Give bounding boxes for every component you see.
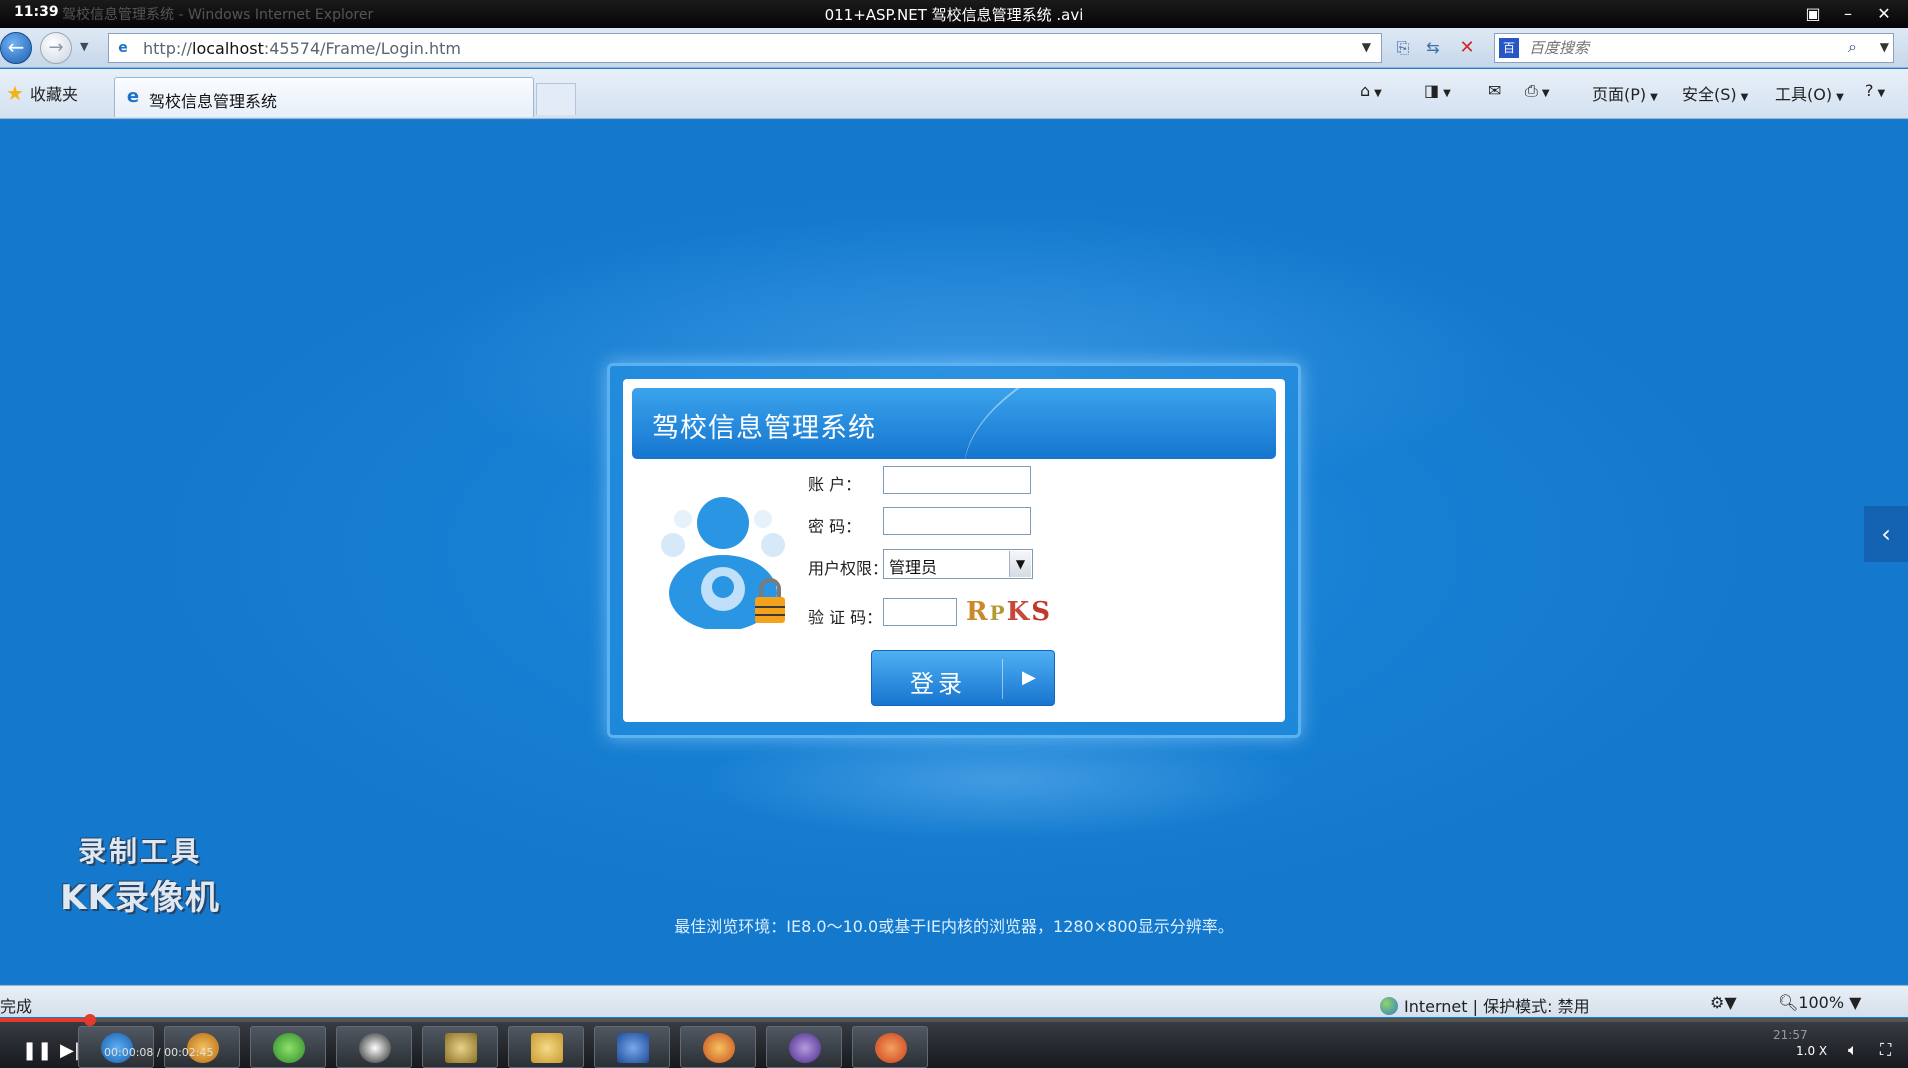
watermark-line2: KK录像机 [60, 878, 220, 918]
page-content: 驾校信息管理系统 账 户： 密 码： 用户权限： 管理员 ▼ 验 证 码： RP… [0, 120, 1908, 984]
recorder-watermark: 录制工具 KK录像机 [40, 830, 240, 919]
login-button[interactable]: 登录 ▶ [871, 650, 1055, 706]
password-label: 密 码： [808, 517, 862, 536]
background-glow-bottom [700, 720, 1300, 840]
compatibility-view-icon[interactable]: ⎘ [1390, 36, 1416, 60]
captcha-label: 验 证 码： [808, 608, 883, 627]
user-lock-icon [661, 497, 785, 629]
progress-knob[interactable] [84, 1014, 96, 1026]
search-icon[interactable]: ⌕ [1848, 37, 1857, 57]
chevron-down-icon[interactable]: ▼ [1009, 551, 1031, 577]
role-label: 用户权限： [808, 559, 889, 578]
star-icon: ★ [6, 81, 24, 105]
progress-fill [0, 1018, 92, 1022]
search-input[interactable] [1527, 37, 1827, 59]
mail-icon[interactable]: ✉ [1488, 81, 1501, 100]
page-menu[interactable]: 页面(P) ▼ [1592, 81, 1658, 105]
button-divider [1002, 659, 1003, 699]
search-options-icon[interactable]: ▼ [1880, 40, 1889, 54]
safety-menu[interactable]: 安全(S) ▼ [1682, 81, 1748, 105]
tray-clock: 21:57 [1773, 1028, 1808, 1042]
close-window-icon[interactable]: ✕ [1871, 3, 1897, 25]
taskbar-visualstudio[interactable] [766, 1026, 842, 1068]
stop-icon[interactable]: ✕ [1454, 36, 1480, 60]
header-swoosh [938, 388, 1234, 459]
pause-icon[interactable]: ❚❚ [22, 1040, 52, 1061]
back-arrow-icon: ← [7, 35, 25, 59]
captcha-char: R [966, 597, 990, 627]
login-button-label: 登录 [910, 670, 966, 698]
progress-bar[interactable] [0, 1014, 1908, 1026]
taskbar-folder[interactable] [508, 1026, 584, 1068]
url-dropdown-icon[interactable]: ▼ [1362, 40, 1371, 54]
page-icon: e [118, 40, 128, 56]
play-arrow-icon: ▶ [1022, 667, 1036, 688]
refresh-icon[interactable]: ⇆ [1420, 36, 1446, 60]
video-title: 011+ASP.NET 驾校信息管理系统 .avi [824, 6, 1084, 24]
watermark-line1: 录制工具 [77, 835, 202, 868]
forward-arrow-icon: → [48, 37, 64, 58]
restore-window-icon[interactable]: ▣ [1800, 3, 1826, 25]
login-panel: 驾校信息管理系统 账 户： 密 码： 用户权限： 管理员 ▼ 验 证 码： RP… [623, 379, 1285, 722]
back-button[interactable]: ← [0, 32, 32, 64]
search-box[interactable]: 百 ⌕ ▼ [1494, 33, 1894, 63]
protected-mode-icon[interactable]: ⚙▼ [1710, 993, 1737, 1012]
baidu-logo-icon: 百 [1499, 38, 1519, 58]
captcha-input[interactable] [883, 598, 957, 626]
status-bar: 完成 Internet | 保护模式: 禁用 ⚙▼ 🔍︎100% ▼ [0, 985, 1908, 1017]
captcha-char: K [1006, 597, 1032, 627]
browser-tab[interactable]: e 驾校信息管理系统 [114, 77, 534, 117]
volume-icon[interactable]: 🔈︎ [1848, 1040, 1858, 1060]
player-controls: ❚❚ ▶| 00:00:08 / 00:02:45 21:57 1.0 X 🔈︎… [0, 1014, 1908, 1068]
login-title: 驾校信息管理系统 [652, 413, 876, 444]
login-panel-frame: 驾校信息管理系统 账 户： 密 码： 用户权限： 管理员 ▼ 验 证 码： RP… [607, 363, 1301, 738]
tab-title: 驾校信息管理系统 [149, 92, 278, 111]
print-icon[interactable]: ⎙ ▼ [1525, 81, 1550, 101]
next-icon[interactable]: ▶| [60, 1040, 80, 1061]
role-select[interactable]: 管理员 ▼ [883, 549, 1033, 579]
minimize-window-icon[interactable]: – [1835, 3, 1861, 25]
browser-requirements-note: 最佳浏览环境：IE8.0～10.0或基于IE内核的浏览器，1280×800显示分… [674, 917, 1234, 936]
url-field[interactable]: e http://localhost:45574/Frame/Login.htm… [108, 33, 1382, 63]
ie-tab-icon: e [126, 86, 140, 107]
captcha-image[interactable]: RPKS [966, 597, 1052, 627]
account-label: 账 户： [808, 475, 862, 494]
history-dropdown-icon[interactable]: ▼ [80, 40, 88, 53]
password-input[interactable] [883, 507, 1031, 535]
taskbar-word[interactable] [594, 1026, 670, 1068]
playback-speed[interactable]: 1.0 X [1796, 1044, 1827, 1058]
new-tab-button[interactable] [536, 83, 576, 115]
status-text: 完成 [0, 997, 33, 1016]
favorites-label: 收藏夹 [29, 85, 78, 104]
favorites-button[interactable]: ★ 收藏夹 [6, 81, 78, 105]
login-header: 驾校信息管理系统 [632, 388, 1276, 459]
security-zone[interactable]: Internet | 保护模式: 禁用 [1380, 993, 1590, 1017]
tools-menu[interactable]: 工具(O) ▼ [1775, 81, 1844, 105]
home-icon[interactable]: ⌂ ▼ [1360, 81, 1382, 100]
address-bar: ← → ▼ e http://localhost:45574/Frame/Log… [0, 28, 1908, 68]
feeds-icon[interactable]: ◨ ▼ [1424, 81, 1451, 100]
taskbar-browser[interactable] [250, 1026, 326, 1068]
taskbar-qq[interactable] [336, 1026, 412, 1068]
help-icon[interactable]: ? ▼ [1865, 81, 1885, 100]
taskbar-app2[interactable] [680, 1026, 756, 1068]
captcha-char: P [989, 601, 1007, 625]
globe-icon [1380, 997, 1398, 1015]
taskbar-recorder[interactable] [852, 1026, 928, 1068]
url-text: http://localhost:45574/Frame/Login.htm [143, 39, 462, 58]
taskbar-tools[interactable] [422, 1026, 498, 1068]
role-value: 管理员 [889, 558, 938, 577]
player-title-bar: 11:39 驾校信息管理系统 - Windows Internet Explor… [0, 0, 1908, 28]
side-panel-chevron-icon[interactable]: ‹ [1864, 506, 1908, 562]
fullscreen-icon[interactable]: ⛶ [1880, 1040, 1891, 1060]
playback-time: 00:00:08 / 00:02:45 [104, 1046, 214, 1059]
command-bar: ★ 收藏夹 e 驾校信息管理系统 ⌂ ▼ ◨ ▼ ✉ ⎙ ▼ 页面(P) ▼ 安全(S) ▼… [0, 69, 1908, 119]
account-input[interactable] [883, 466, 1031, 494]
captcha-char: S [1031, 597, 1053, 627]
forward-button[interactable]: → [40, 32, 72, 64]
zoom-control[interactable]: 🔍︎100% ▼ [1778, 993, 1861, 1012]
